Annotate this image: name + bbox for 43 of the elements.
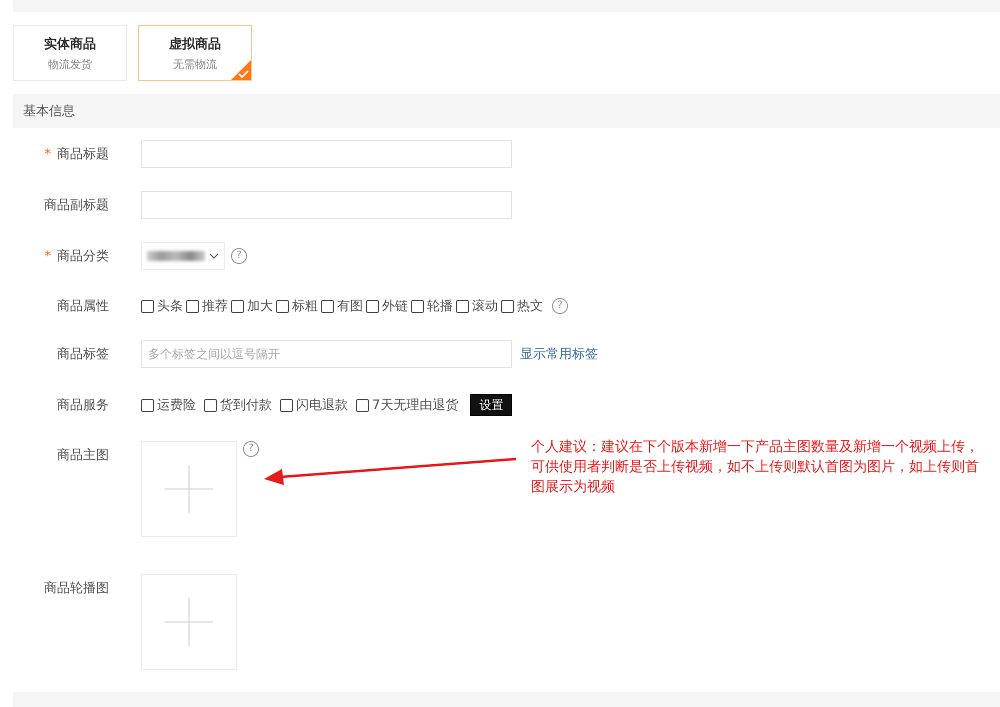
attribute-checkbox[interactable]: 外链	[366, 297, 408, 315]
field-label: 商品标题	[57, 146, 109, 163]
attribute-checkbox[interactable]: 滚动	[456, 297, 498, 315]
plus-icon	[165, 598, 213, 646]
image-upload[interactable]	[141, 441, 237, 537]
field-label: 商品服务	[57, 397, 109, 414]
field-label: 商品副标题	[44, 197, 109, 214]
category-select[interactable]	[141, 242, 225, 270]
attribute-checkbox[interactable]: 热文	[501, 297, 543, 315]
common-tags-link[interactable]: 显示常用标签	[520, 345, 598, 363]
service-checkbox[interactable]: 7天无理由退货	[356, 396, 458, 414]
service-checkbox[interactable]: 闪电退款	[280, 396, 348, 414]
attribute-checkbox[interactable]: 推荐	[186, 297, 228, 315]
card-title: 虚拟商品	[169, 36, 221, 52]
section-header: 基本信息	[13, 94, 1000, 128]
annotation-note: 个人建议：建议在下个版本新增一下产品主图数量及新增一个视频上传，可供使用者判断是否上传视频，如不上传则默认首图为图片，如上传则首图展示为视频	[531, 438, 980, 497]
attribute-checkbox[interactable]: 加大	[231, 297, 273, 315]
field-label: 商品主图	[57, 447, 109, 464]
caret-icon	[209, 252, 219, 260]
field-label: 商品标签	[57, 346, 109, 363]
image-upload[interactable]	[141, 574, 237, 670]
check-corner-icon	[231, 60, 251, 80]
product-type-card[interactable]: 虚拟商品 无需物流	[138, 25, 252, 81]
field-label: 商品轮播图	[44, 580, 109, 597]
field-label: 商品属性	[57, 298, 109, 315]
required-mark: *	[44, 248, 51, 264]
text-field[interactable]	[141, 191, 512, 219]
attribute-checkbox[interactable]: 头条	[141, 297, 183, 315]
text-field[interactable]	[141, 140, 512, 168]
required-mark: *	[44, 146, 51, 162]
attribute-checkbox[interactable]: 有图	[321, 297, 363, 315]
card-subtitle: 无需物流	[173, 56, 217, 72]
card-title: 实体商品	[44, 36, 96, 52]
field-label: 商品分类	[57, 248, 109, 265]
tags-field[interactable]: 多个标签之间以逗号隔开	[141, 340, 512, 368]
service-checkbox[interactable]: 货到付款	[204, 396, 272, 414]
settings-button[interactable]: 设置	[470, 394, 512, 416]
card-subtitle: 物流发货	[48, 56, 92, 72]
product-type-card[interactable]: 实体商品 物流发货	[13, 25, 127, 81]
service-checkbox[interactable]: 运费险	[141, 396, 196, 414]
plus-icon	[165, 465, 213, 513]
attribute-checkbox[interactable]: 标粗	[276, 297, 318, 315]
attribute-checkbox[interactable]: 轮播	[411, 297, 453, 315]
